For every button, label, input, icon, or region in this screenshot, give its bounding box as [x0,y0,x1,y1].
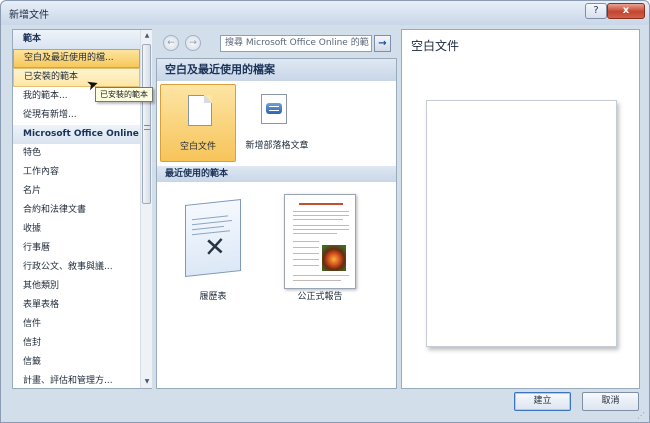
close-button[interactable]: x [607,3,645,19]
new-blog-post-label: 新增部落格文章 [245,141,309,151]
back-button[interactable]: ← [163,35,179,51]
resize-grip-icon[interactable]: ⋰ [637,411,645,420]
category-list: 範本 空白及最近使用的檔... 已安裝的範本 我的範本... 從現有新增... Micro… [13,30,140,388]
category-item[interactable]: 信籤 [13,353,140,372]
search-go-button[interactable]: → [374,35,391,52]
cancel-button[interactable]: 取消 [582,392,639,411]
title-bar[interactable]: 新增文件 ? x [1,1,649,25]
category-item[interactable]: 特色 [13,144,140,163]
category-item[interactable]: 表單表格 [13,296,140,315]
new-document-dialog: 新增文件 ? x 範本 空白及最近使用的檔... 已安裝的範本 我的範本... 從現有新… [0,0,650,423]
preview-panel: 空白文件 [401,29,640,389]
category-header: 範本 [13,30,140,49]
text-lines-icon [269,106,279,111]
window-title: 新增文件 [9,10,49,21]
category-item[interactable]: 行事曆 [13,239,140,258]
category-item[interactable]: 名片 [13,182,140,201]
category-item[interactable]: 行政公文、敘事與議... [13,258,140,277]
formal-report-label: 公正式報告 [297,292,343,302]
category-item[interactable]: 合約和法律文書 [13,201,140,220]
section-title-recent-templates: 最近使用的範本 [157,166,396,182]
category-item[interactable]: 其他類別 [13,277,140,296]
template-category-panel: 範本 空白及最近使用的檔... 已安裝的範本 我的範本... 從現有新增... Micro… [12,29,152,389]
template-gallery: 空白及最近使用的檔案 空白文件 新增部落格文章 最近使用的範本 履歷表 ✕ 公正… [156,58,397,389]
report-photo-image [322,245,346,271]
search-input[interactable]: 搜尋 Microsoft Office Online 的範 [220,35,372,52]
create-button[interactable]: 建立 [514,392,571,411]
formal-report-thumbnail-icon [284,194,356,289]
category-header: Microsoft Office Online [13,125,140,144]
scroll-thumb[interactable] [142,44,151,204]
scroll-down-arrow-icon[interactable]: ▼ [141,376,153,388]
section-title-recent-files: 空白及最近使用的檔案 [157,59,396,81]
resume-mark-icon: ✕ [204,231,226,264]
preview-title: 空白文件 [411,39,460,53]
category-item[interactable]: 空白及最近使用的檔... [13,49,140,68]
blank-document-icon [188,95,212,126]
blog-post-icon [261,94,287,124]
forward-button[interactable]: → [185,35,201,51]
category-scrollbar[interactable]: ▲ ▼ [140,30,152,388]
resume-document-icon: ✕ [185,199,241,277]
resume-label: 履歷表 [199,292,227,302]
category-item[interactable]: 信件 [13,315,140,334]
blank-document-tile[interactable]: 空白文件 [160,84,236,162]
category-item[interactable]: 計畫、評估和管理方... [13,372,140,388]
help-button[interactable]: ? [585,3,607,19]
category-item[interactable]: 工作內容 [13,163,140,182]
blank-document-label: 空白文件 [179,142,216,152]
page-fold-icon [204,95,212,103]
tooltip: 已安裝的範本 [95,87,153,102]
preview-page-image [426,100,617,347]
category-item[interactable]: 已安裝的範本 [13,68,140,87]
category-item[interactable]: 從現有新增... [13,106,140,125]
category-item[interactable]: 信封 [13,334,140,353]
scroll-grip-icon [144,125,150,130]
scroll-up-arrow-icon[interactable]: ▲ [141,30,153,42]
category-item[interactable]: 收據 [13,220,140,239]
